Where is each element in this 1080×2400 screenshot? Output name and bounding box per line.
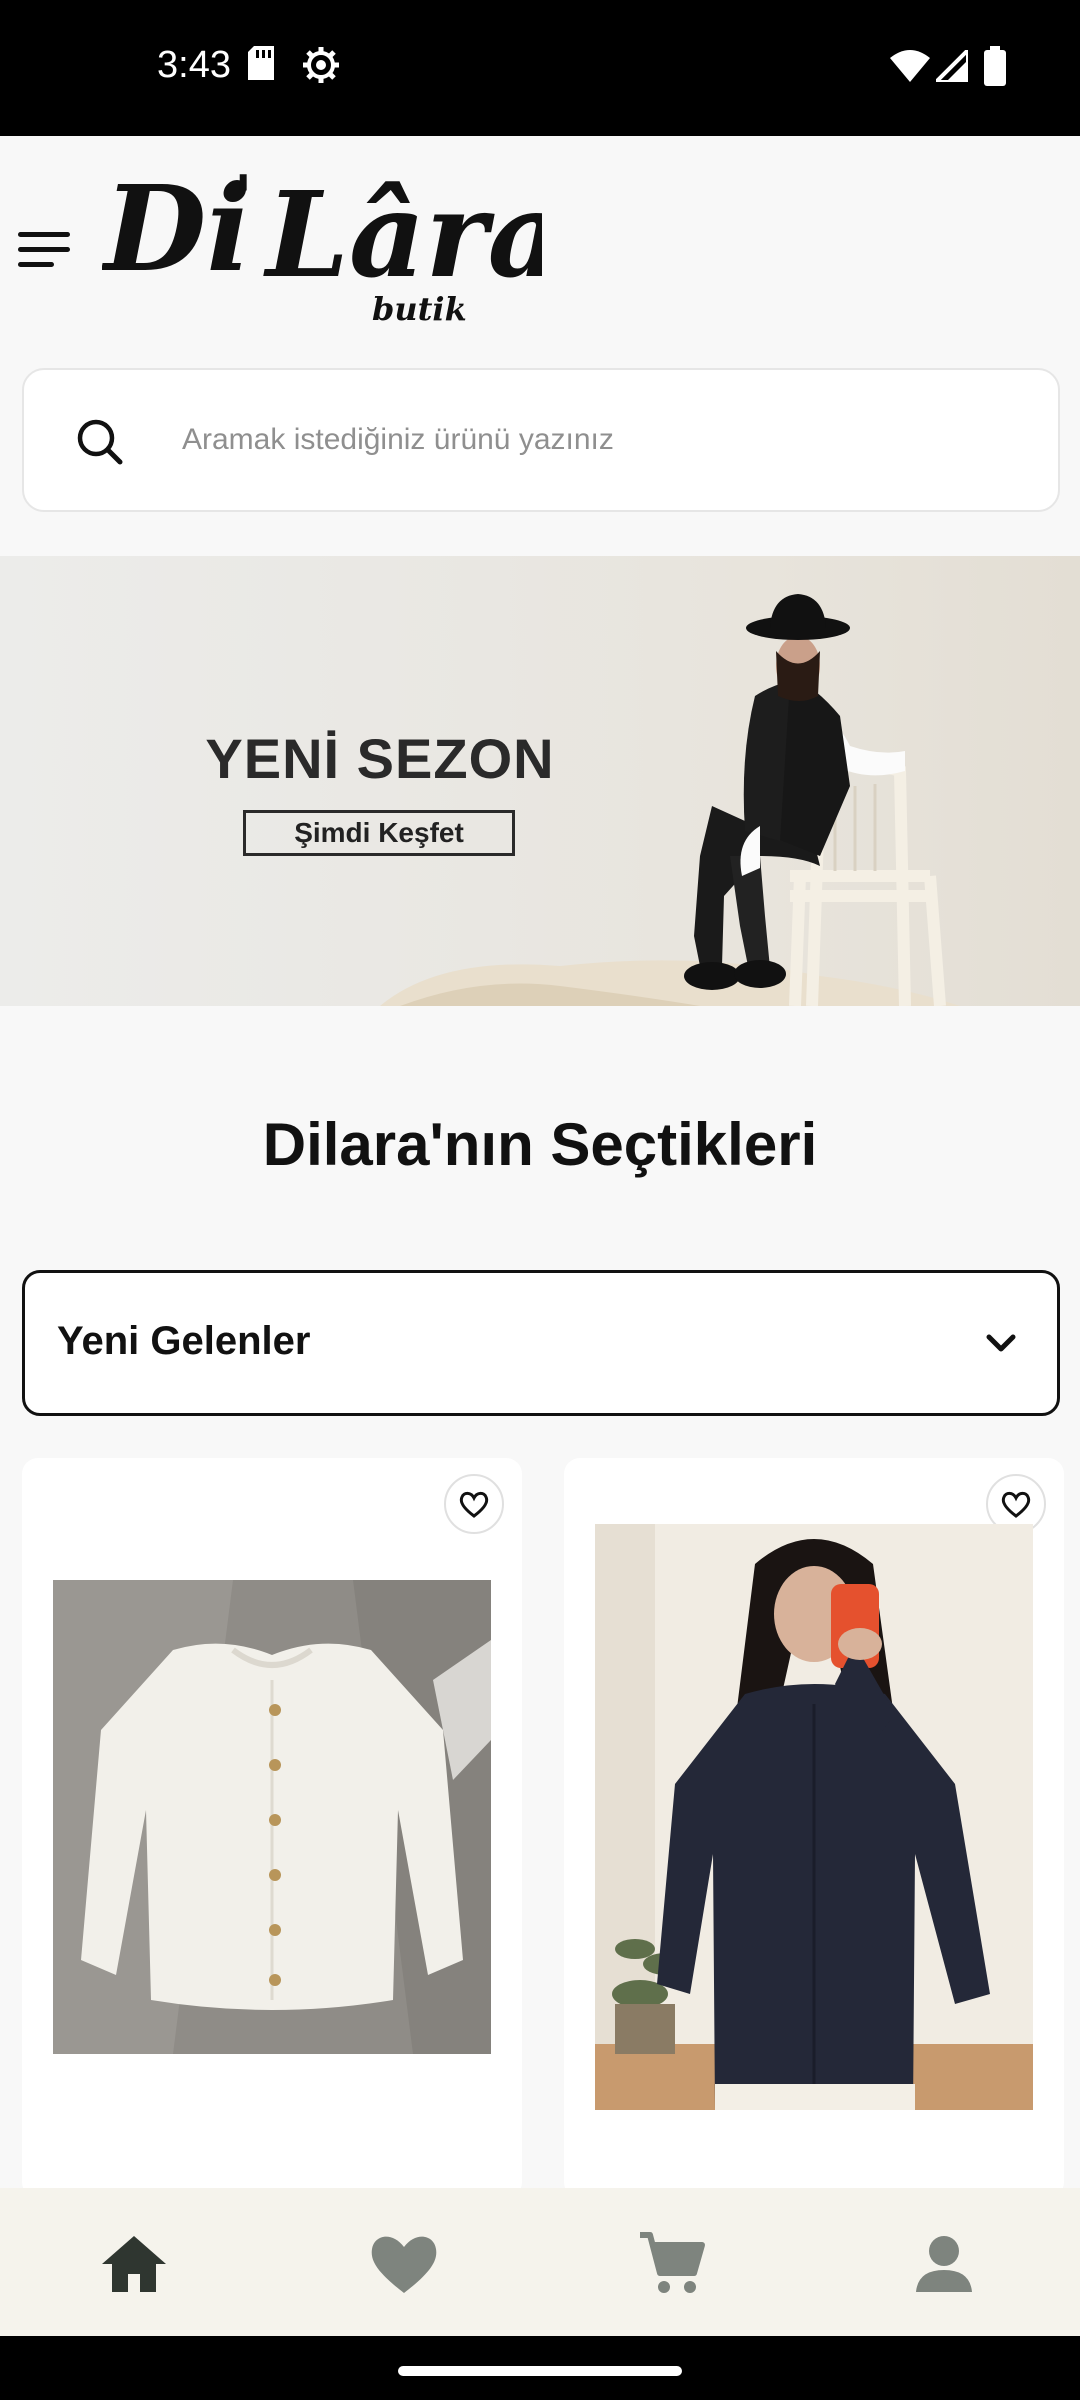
profile-icon[interactable] xyxy=(904,2224,984,2304)
search-bar[interactable] xyxy=(22,368,1060,512)
wifi-icon xyxy=(890,50,930,87)
status-time: 3:43 xyxy=(157,44,231,86)
product-card[interactable] xyxy=(22,1458,522,2198)
status-bar: 3:43 xyxy=(0,0,1080,136)
search-input[interactable] xyxy=(182,370,1022,510)
sort-filter-dropdown[interactable]: Yeni Gelenler xyxy=(22,1270,1060,1416)
hamburger-menu-icon[interactable] xyxy=(18,232,74,272)
favorites-heart-icon[interactable] xyxy=(364,2224,444,2304)
bottom-navigation xyxy=(0,2188,1080,2336)
cart-icon[interactable] xyxy=(632,2224,712,2304)
signal-icon xyxy=(931,45,970,87)
product-card[interactable] xyxy=(564,1458,1064,2198)
product-image-navy-shirt[interactable] xyxy=(595,1524,1033,2110)
chevron-down-icon xyxy=(983,1325,1019,1361)
svg-text:Lâra: Lâra xyxy=(263,165,542,304)
dropdown-selected-value: Yeni Gelenler xyxy=(57,1319,311,1363)
product-image-white-cardigan[interactable] xyxy=(53,1580,491,2054)
brand-logo[interactable]: Di ' Lâra butik xyxy=(101,159,564,330)
sd-card-icon xyxy=(248,46,276,85)
gesture-handle[interactable] xyxy=(398,2366,682,2376)
svg-text:butik: butik xyxy=(372,290,467,328)
svg-text:': ' xyxy=(234,163,252,233)
promo-banner[interactable]: YENİ SEZON Şimdi Keşfet xyxy=(0,556,1080,1006)
heart-outline-icon[interactable] xyxy=(444,1474,504,1534)
svg-text:Di: Di xyxy=(102,160,251,298)
battery-icon xyxy=(984,46,1006,91)
search-icon[interactable] xyxy=(72,414,128,470)
home-icon[interactable] xyxy=(94,2224,174,2304)
system-gesture-bar xyxy=(0,2336,1080,2400)
section-title: Dilara'nın Seçtikleri xyxy=(262,1111,818,1178)
settings-gear-icon xyxy=(302,46,340,89)
discover-now-button[interactable]: Şimdi Keşfet xyxy=(243,810,515,856)
banner-title: YENİ SEZON xyxy=(205,727,555,790)
